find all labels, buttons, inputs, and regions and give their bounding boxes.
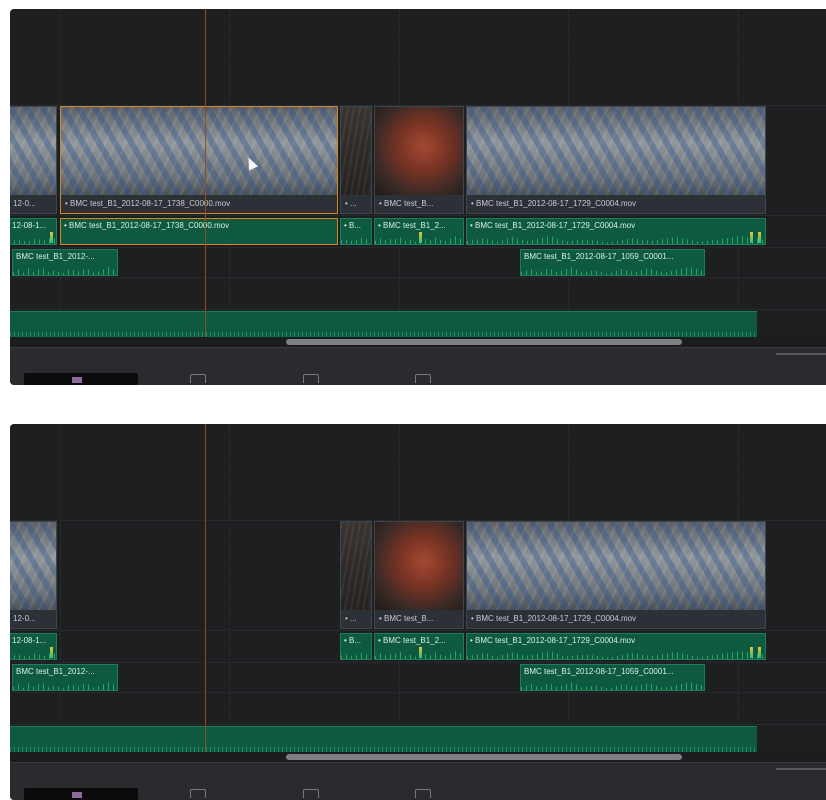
video-clip[interactable]: 12-0... xyxy=(10,106,57,214)
audio-clip[interactable]: 12-08-1... xyxy=(10,633,57,660)
clip-label: BMC test_B1_2012-... xyxy=(16,667,95,676)
audio-waveform xyxy=(13,267,117,275)
clip-label: • BMC test_B1_2012-08-17_1729_C0004.mov xyxy=(467,610,765,628)
clip-label: • BMC test_B1_2012-08-17_1729_C0004.mov xyxy=(467,195,765,213)
audio-clip[interactable]: • B... xyxy=(340,633,372,660)
clip-label: • BMC test_B1_2012-08-17_1729_C0004.mov xyxy=(470,636,636,645)
blade-tool-icon[interactable] xyxy=(303,374,319,383)
video-clip[interactable]: • BMC test_B... xyxy=(374,521,464,629)
clip-label: • BMC test_B1_2012-08-17_1729_C0004.mov xyxy=(470,221,636,230)
track-separator xyxy=(10,724,826,725)
clip-label: • ... xyxy=(341,195,371,213)
clip-thumbnail xyxy=(375,522,463,610)
clip-thumbnail xyxy=(341,522,371,610)
clip-thumbnail xyxy=(10,522,56,610)
audio-level-meter xyxy=(50,232,53,243)
timeline-panel-bottom[interactable]: 12-0... • ... • BMC test_B... • BMC test… xyxy=(10,424,826,800)
clip-label: • BMC test_B... xyxy=(375,195,463,213)
timeline-gridline xyxy=(229,424,230,750)
clip-label: • BMC test_B1_2012-08-17_1738_C0000.mov xyxy=(61,195,337,213)
video-clip[interactable]: 12-0... xyxy=(10,521,57,629)
scrollbar-thumb[interactable] xyxy=(286,339,682,345)
audio-level-meter xyxy=(758,647,761,658)
timeline-mode-selector[interactable] xyxy=(24,373,138,385)
clip-thumbnail xyxy=(10,107,56,195)
timeline-panel-top[interactable]: 12-0... • BMC test_B1_2012-08-17_1738_C0… xyxy=(10,9,826,385)
audio-clip[interactable]: • BMC test_B1_2012-08-17_1729_C0004.mov xyxy=(466,633,766,660)
video-clip[interactable]: • BMC test_B1_2012-08-17_1729_C0004.mov xyxy=(466,106,766,214)
audio-clip[interactable]: BMC test_B1_2012-... xyxy=(12,249,118,276)
audio-waveform xyxy=(13,682,117,690)
clip-label: BMC test_B1_2012-08-17_1059_C0001... xyxy=(524,252,674,261)
track-separator xyxy=(10,215,826,216)
track-separator xyxy=(10,247,826,248)
flag-tool-icon[interactable] xyxy=(415,374,431,383)
audio-waveform xyxy=(521,682,704,690)
audio-clip[interactable]: BMC test_B1_2012-... xyxy=(12,664,118,691)
clip-label: • B... xyxy=(344,221,362,230)
audio-clip[interactable]: • BMC test_B1_2... xyxy=(374,633,464,660)
track-separator xyxy=(10,692,826,693)
playhead[interactable] xyxy=(205,424,206,752)
zoom-slider[interactable] xyxy=(776,353,826,355)
clip-thumbnail xyxy=(467,522,765,610)
clip-thumbnail xyxy=(61,107,337,195)
audio-level-meter xyxy=(750,647,753,658)
video-clip-selected[interactable]: • BMC test_B1_2012-08-17_1738_C0000.mov xyxy=(60,106,338,214)
track-separator xyxy=(10,309,826,310)
audio-level-meter xyxy=(419,647,422,658)
track-separator xyxy=(10,662,826,663)
clip-label: • BMC test_B... xyxy=(375,610,463,628)
trim-tool-icon[interactable] xyxy=(190,374,206,383)
zoom-slider[interactable] xyxy=(776,768,826,770)
scrollbar-thumb[interactable] xyxy=(286,754,682,760)
audio-level-meter xyxy=(419,232,422,243)
clip-label: BMC test_B1_2012-... xyxy=(16,252,95,261)
flag-tool-icon[interactable] xyxy=(415,789,431,798)
audio-track-long-clip[interactable] xyxy=(10,311,757,338)
clip-label: • ... xyxy=(341,610,371,628)
audio-waveform xyxy=(521,267,704,275)
clip-thumbnail xyxy=(341,107,371,195)
clip-label: 12-08-1... xyxy=(12,221,47,230)
trim-tool-icon[interactable] xyxy=(190,789,206,798)
clip-thumbnail xyxy=(467,107,765,195)
blade-tool-icon[interactable] xyxy=(303,789,319,798)
timeline-gridline xyxy=(60,424,61,750)
video-clip[interactable]: • ... xyxy=(340,106,372,214)
audio-clip[interactable]: 12-08-1... xyxy=(10,218,57,245)
clip-label: • BMC test_B1_2... xyxy=(378,221,446,230)
audio-level-meter xyxy=(758,232,761,243)
audio-waveform xyxy=(467,236,765,244)
mode-indicator-icon xyxy=(72,377,82,383)
clip-label: 12-0... xyxy=(10,610,56,628)
playhead[interactable] xyxy=(205,9,206,337)
audio-waveform xyxy=(341,651,371,659)
audio-clip[interactable]: • B... xyxy=(340,218,372,245)
audio-level-meter xyxy=(50,647,53,658)
audio-clip[interactable]: BMC test_B1_2012-08-17_1059_C0001... xyxy=(520,249,705,276)
audio-waveform xyxy=(467,651,765,659)
audio-waveform xyxy=(341,236,371,244)
clip-label: • B... xyxy=(344,636,362,645)
mode-indicator-icon xyxy=(72,792,82,798)
video-clip[interactable]: • BMC test_B1_2012-08-17_1729_C0004.mov xyxy=(466,521,766,629)
audio-track-long-clip[interactable] xyxy=(10,726,757,753)
clip-label: • BMC test_B1_2... xyxy=(378,636,446,645)
clip-thumbnail xyxy=(375,107,463,195)
clip-label: 12-0... xyxy=(10,195,56,213)
video-clip[interactable]: • ... xyxy=(340,521,372,629)
clip-label: BMC test_B1_2012-08-17_1059_C0001... xyxy=(524,667,674,676)
audio-clip[interactable]: • BMC test_B1_2... xyxy=(374,218,464,245)
audio-level-meter xyxy=(750,232,753,243)
audio-clip-selected[interactable]: • BMC test_B1_2012-08-17_1738_C0000.mov xyxy=(60,218,338,245)
clip-label: 12-08-1... xyxy=(12,636,47,645)
audio-clip[interactable]: BMC test_B1_2012-08-17_1059_C0001... xyxy=(520,664,705,691)
video-clip[interactable]: • BMC test_B... xyxy=(374,106,464,214)
track-separator xyxy=(10,630,826,631)
audio-clip[interactable]: • BMC test_B1_2012-08-17_1729_C0004.mov xyxy=(466,218,766,245)
timeline-mode-selector[interactable] xyxy=(24,788,138,800)
track-separator xyxy=(10,277,826,278)
